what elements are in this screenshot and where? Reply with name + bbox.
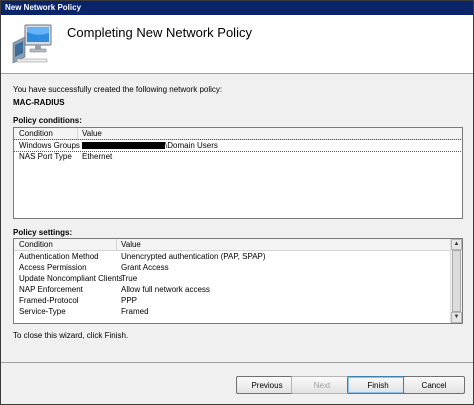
- scroll-up-icon[interactable]: ▲: [451, 239, 462, 250]
- title-bar[interactable]: New Network Policy: [1, 1, 473, 15]
- table-row[interactable]: NAS Port Type Ethernet: [14, 151, 462, 162]
- intro-text: You have successfully created the follow…: [13, 85, 223, 94]
- column-header-condition[interactable]: Condition: [19, 240, 53, 249]
- column-separator[interactable]: [77, 128, 78, 139]
- footer-divider: [1, 362, 473, 363]
- conditions-header: Condition Value: [14, 128, 462, 140]
- table-row[interactable]: Framed-Protocol PPP: [14, 295, 462, 306]
- policy-conditions-list[interactable]: Condition Value Windows Groups \Domain U…: [13, 127, 463, 219]
- cancel-button[interactable]: Cancel: [403, 376, 465, 394]
- policy-settings-list[interactable]: Condition Value Authentication Method Un…: [13, 238, 463, 324]
- row-value: PPP: [121, 296, 138, 305]
- row-condition: Access Permission: [19, 263, 87, 272]
- row-condition: Update Noncompliant Clients: [19, 274, 123, 283]
- table-row[interactable]: Windows Groups \Domain Users: [14, 139, 462, 152]
- row-value: True: [121, 274, 138, 283]
- previous-button[interactable]: Previous: [236, 376, 298, 394]
- wizard-header: Completing New Network Policy: [1, 15, 473, 74]
- row-condition: Service-Type: [19, 307, 66, 316]
- policy-conditions-label: Policy conditions:: [13, 116, 82, 125]
- computer-network-icon: [12, 24, 52, 64]
- policy-name: MAC-RADIUS: [13, 98, 65, 107]
- column-header-value[interactable]: Value: [82, 129, 102, 138]
- scroll-thumb[interactable]: [452, 250, 461, 312]
- table-row[interactable]: Access Permission Grant Access: [14, 262, 462, 273]
- table-row[interactable]: NAP Enforcement Allow full network acces…: [14, 284, 462, 295]
- table-row[interactable]: Authentication Method Unencrypted authen…: [14, 251, 462, 262]
- row-value: Ethernet: [82, 152, 113, 161]
- column-header-condition[interactable]: Condition: [19, 129, 53, 138]
- column-separator[interactable]: [116, 239, 117, 250]
- wizard-window: New Network Policy Completing New Networ…: [0, 0, 474, 405]
- row-value: Grant Access: [121, 263, 169, 272]
- row-value: Unencrypted authentication (PAP, SPAP): [121, 252, 266, 261]
- scroll-down-icon[interactable]: ▼: [451, 312, 462, 323]
- row-value: Framed: [121, 307, 149, 316]
- row-value: \Domain Users: [165, 141, 218, 150]
- table-row[interactable]: Service-Type Framed: [14, 306, 462, 317]
- row-condition: Windows Groups: [19, 141, 80, 150]
- redacted-domain: [82, 142, 165, 149]
- close-instruction-text: To close this wizard, click Finish.: [13, 331, 129, 340]
- page-title: Completing New Network Policy: [67, 25, 252, 40]
- settings-scrollbar[interactable]: ▲ ▼: [450, 239, 462, 323]
- row-condition: NAP Enforcement: [19, 285, 83, 294]
- column-header-value[interactable]: Value: [121, 240, 141, 249]
- finish-button[interactable]: Finish: [347, 376, 409, 394]
- next-button[interactable]: Next: [291, 376, 353, 394]
- table-row[interactable]: Update Noncompliant Clients True: [14, 273, 462, 284]
- row-condition: Authentication Method: [19, 252, 99, 261]
- row-condition: Framed-Protocol: [19, 296, 79, 305]
- window-title: New Network Policy: [5, 3, 82, 12]
- policy-settings-label: Policy settings:: [13, 228, 73, 237]
- settings-header: Condition Value: [14, 239, 451, 251]
- row-value: Allow full network access: [121, 285, 210, 294]
- row-condition: NAS Port Type: [19, 152, 72, 161]
